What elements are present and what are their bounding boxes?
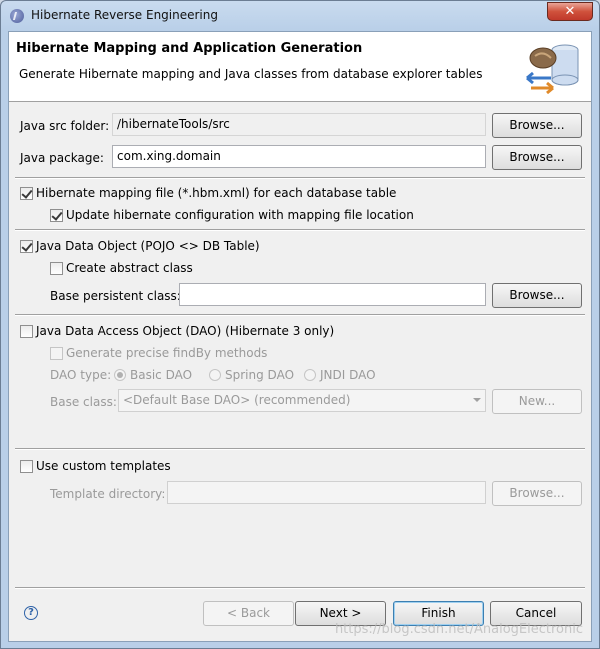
separator: [15, 229, 585, 231]
findby-checkbox[interactable]: [50, 347, 63, 360]
dao-label[interactable]: Java Data Access Object (DAO) (Hibernate…: [36, 324, 334, 338]
separator: [15, 177, 585, 179]
eclipse-app-icon: [10, 9, 24, 23]
base-persistent-field[interactable]: [179, 283, 486, 306]
chevron-down-icon: [473, 398, 481, 402]
base-class-combo[interactable]: <Default Base DAO> (recommended): [118, 389, 486, 412]
wizard-banner: Hibernate Mapping and Application Genera…: [9, 32, 591, 102]
package-field[interactable]: com.xing.domain: [112, 145, 486, 168]
dao-checkbox[interactable]: [20, 325, 33, 338]
separator: [15, 314, 585, 316]
watermark-text: https://blog.csdn.net/AnalogElectronic: [334, 622, 583, 637]
window-title: Hibernate Reverse Engineering: [31, 8, 218, 22]
dialog-window: Hibernate Reverse Engineering ✕ Hibernat…: [0, 0, 600, 649]
dao-type-label: DAO type:: [50, 368, 112, 382]
dao-type-jndi-label[interactable]: JNDI DAO: [320, 368, 376, 382]
template-dir-label: Template directory:: [50, 487, 166, 501]
pojo-checkbox[interactable]: [20, 240, 33, 253]
abstract-class-checkbox[interactable]: [50, 262, 63, 275]
findby-label[interactable]: Generate precise findBy methods: [66, 346, 267, 360]
abstract-class-label[interactable]: Create abstract class: [66, 261, 193, 275]
banner-description: Generate Hibernate mapping and Java clas…: [19, 67, 483, 81]
custom-templates-label[interactable]: Use custom templates: [36, 459, 171, 473]
dao-type-spring-label[interactable]: Spring DAO: [225, 368, 294, 382]
title-bar[interactable]: Hibernate Reverse Engineering ✕: [1, 1, 599, 31]
src-folder-field: /hibernateTools/src: [112, 113, 486, 136]
mapping-label[interactable]: Hibernate mapping file (*.hbm.xml) for e…: [36, 186, 396, 200]
dao-type-jndi-radio[interactable]: [304, 369, 316, 381]
dao-type-basic-label[interactable]: Basic DAO: [130, 368, 192, 382]
package-browse-button[interactable]: Browse...: [492, 145, 582, 170]
pojo-label[interactable]: Java Data Object (POJO <> DB Table): [36, 239, 260, 253]
base-persistent-label: Base persistent class:: [50, 289, 181, 303]
template-dir-browse-button[interactable]: Browse...: [492, 481, 582, 506]
update-config-label[interactable]: Update hibernate configuration with mapp…: [66, 208, 414, 222]
help-icon[interactable]: ?: [24, 606, 38, 620]
dialog-client-area: Hibernate Mapping and Application Genera…: [8, 31, 592, 642]
base-class-value: <Default Base DAO> (recommended): [123, 393, 351, 407]
mapping-checkbox[interactable]: [20, 187, 33, 200]
template-dir-field[interactable]: [167, 481, 486, 504]
back-button[interactable]: < Back: [203, 601, 294, 626]
dao-type-spring-radio[interactable]: [209, 369, 221, 381]
database-wizard-icon: [526, 44, 579, 94]
banner-title: Hibernate Mapping and Application Genera…: [16, 41, 363, 56]
src-folder-browse-button[interactable]: Browse...: [492, 113, 582, 138]
base-class-label: Base class:: [50, 395, 117, 409]
separator: [15, 448, 585, 450]
base-persistent-browse-button[interactable]: Browse...: [492, 283, 582, 308]
close-button[interactable]: ✕: [547, 2, 593, 21]
src-folder-label: Java src folder:: [20, 119, 110, 133]
update-config-checkbox[interactable]: [50, 209, 63, 222]
dao-type-basic-radio[interactable]: [114, 369, 126, 381]
custom-templates-checkbox[interactable]: [20, 460, 33, 473]
separator: [15, 587, 585, 589]
package-label: Java package:: [20, 151, 104, 165]
new-dao-button[interactable]: New...: [492, 389, 582, 414]
